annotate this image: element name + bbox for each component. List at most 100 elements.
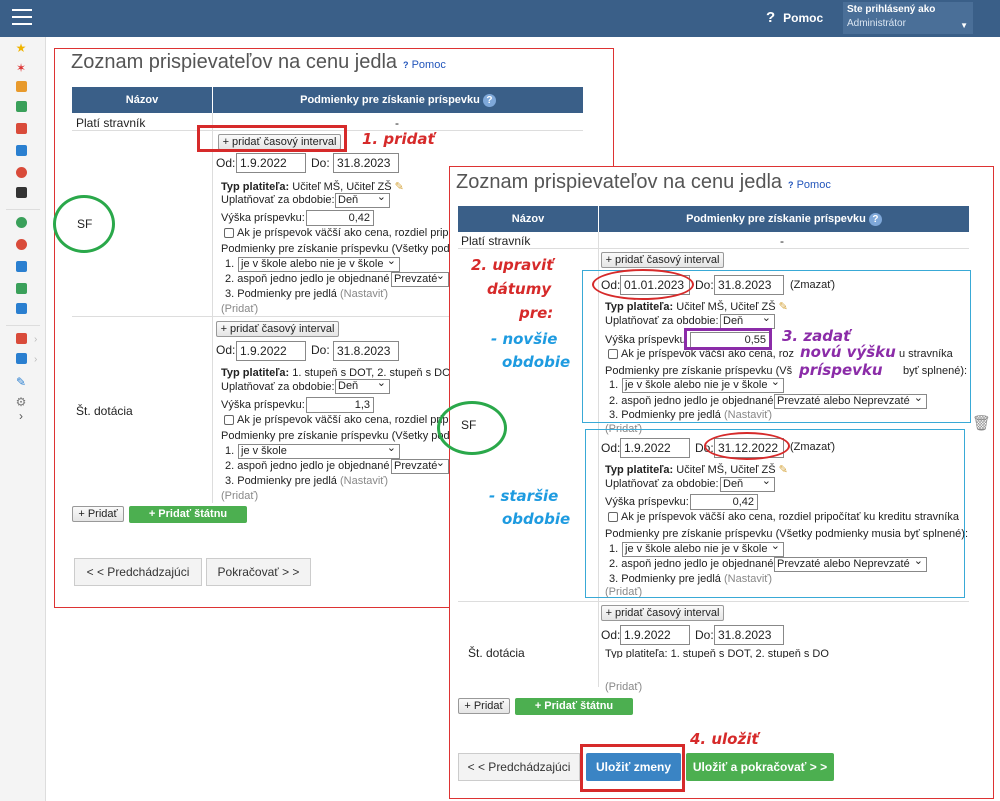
circle-sf-front [437, 401, 507, 455]
chevron-right-icon: › [34, 354, 38, 365]
contribution-amount-input[interactable]: 0,42 [690, 494, 758, 510]
circle-date-to [704, 432, 790, 460]
save-and-continue-button[interactable]: Uložiť a pokračovať > > [686, 753, 834, 781]
table-header: Názov Podmienky pre získanie príspevku? [458, 206, 969, 232]
mail-icon[interactable] [14, 81, 28, 95]
excess-credit-checkbox[interactable] [608, 349, 618, 359]
add-contributor-button[interactable]: + Pridať [72, 506, 124, 522]
help-link[interactable]: ? Pomoc [788, 179, 831, 191]
user-menu[interactable]: Ste prihlásený ako Administrátor ▼ [843, 2, 973, 34]
top-bar: ? Pomoc Ste prihlásený ako Administrátor … [0, 0, 1000, 37]
user-role: Administrátor [847, 18, 906, 29]
question-icon: ? [766, 9, 776, 26]
add-interval-button[interactable]: + pridať časový interval [601, 252, 724, 268]
payer-type: Učiteľ MŠ, Učiteľ ZŠ [292, 181, 392, 193]
box-icon[interactable] [14, 353, 28, 367]
row-plati-stravnik: Platí stravník [461, 234, 531, 248]
meal-state-select[interactable]: Prevzaté al [391, 272, 449, 287]
users-icon[interactable] [14, 333, 28, 347]
period-select[interactable]: Deň [335, 193, 390, 208]
edit-icon[interactable]: ✎ [395, 181, 404, 193]
magic-icon[interactable]: ✶ [14, 61, 28, 75]
set-link[interactable]: (Nastaviť) [340, 475, 388, 487]
gear-icon[interactable]: ⚙ [14, 395, 28, 409]
no-icon[interactable] [14, 239, 28, 253]
info-icon[interactable]: ? [482, 94, 496, 107]
meal-state-select[interactable]: Prevzaté [391, 459, 449, 474]
chevron-right-icon[interactable]: › [14, 409, 28, 423]
info-icon[interactable]: ? [868, 213, 882, 226]
edit-icon[interactable]: ✎ [779, 301, 788, 313]
star-icon[interactable]: ★ [14, 41, 28, 55]
payer-type: Typ platiteľa: 1. stupeň s DOT, 2. stupe… [605, 648, 829, 658]
shield-icon[interactable] [14, 283, 28, 297]
meal-state-select[interactable]: Prevzaté alebo Neprevzaté [774, 557, 927, 572]
home-icon[interactable] [14, 101, 28, 115]
trash-icon[interactable]: 🗑 [972, 414, 991, 432]
calendar-icon[interactable] [14, 123, 28, 137]
date-from-input[interactable]: 1.9.2022 [236, 153, 306, 173]
period-select[interactable]: Deň [720, 314, 775, 329]
contribution-amount-input[interactable]: 1,3 [306, 397, 374, 413]
date-from-input[interactable]: 1.9.2022 [620, 625, 690, 645]
briefcase-icon[interactable] [14, 261, 28, 275]
chart-icon[interactable] [14, 303, 28, 317]
add-state-subsidy-button[interactable]: + Pridať štátnu dotáciu [515, 698, 633, 729]
excess-credit-checkbox[interactable] [608, 512, 618, 522]
pencil-icon[interactable]: ✎ [14, 375, 28, 389]
date-from-input[interactable]: 1.9.2022 [236, 341, 306, 361]
annotation-step-2-dates: dátumy [487, 280, 552, 298]
add-link[interactable]: (Pridať) [221, 303, 258, 315]
add-link[interactable]: (Pridať) [605, 586, 642, 598]
condition-select[interactable]: je v škole [238, 444, 400, 459]
contribution-amount-input[interactable]: 0,42 [306, 210, 374, 226]
set-link[interactable]: (Nastaviť) [340, 288, 388, 300]
row-plati-stravnik: Platí stravník [76, 116, 146, 130]
date-to-input[interactable]: 31.8.2023 [714, 275, 784, 295]
help-link[interactable]: ? Pomoc [403, 59, 446, 71]
caret-down-icon: ▼ [960, 21, 968, 30]
add-state-subsidy-button[interactable]: + Pridať štátnu dotáciu [129, 506, 247, 537]
edit-icon[interactable]: ✎ [779, 464, 788, 476]
add-link[interactable]: (Pridať) [221, 490, 258, 502]
calendar-alt-icon[interactable] [14, 187, 28, 201]
previous-button[interactable]: < < Predchádzajúci [74, 558, 202, 586]
condition-select[interactable]: je v škole alebo nie je v škole [622, 378, 784, 393]
annotation-newer-period: obdobie [502, 353, 571, 371]
date-to-input[interactable]: 31.8.2023 [333, 153, 399, 173]
period-select[interactable]: Deň [720, 477, 775, 492]
condition-select[interactable]: je v škole alebo nie je v škole [622, 542, 784, 557]
check-circle-icon[interactable] [14, 217, 28, 231]
date-to-input[interactable]: 31.8.2023 [714, 625, 784, 645]
payer-type: 1. stupeň s DOT, 2. stupeň s DOT [292, 367, 458, 379]
user-icon[interactable] [14, 167, 28, 181]
menu-icon[interactable] [12, 9, 32, 25]
set-link[interactable]: (Nastaviť) [724, 409, 772, 421]
meal-state-select[interactable]: Prevzaté alebo Neprevzaté [774, 394, 927, 409]
col-conditions-header: Podmienky pre získanie príspevku? [599, 206, 969, 232]
help-link[interactable]: ? Pomoc [766, 9, 823, 26]
previous-button[interactable]: < < Predchádzajúci [458, 753, 580, 781]
add-interval-button[interactable]: + pridať časový interval [216, 321, 339, 337]
delete-link[interactable]: (Zmazať) [790, 279, 835, 291]
chevron-right-icon: › [34, 334, 38, 345]
add-link[interactable]: (Pridať) [605, 681, 642, 693]
logged-in-label: Ste prihlásený ako [847, 4, 936, 15]
delete-link[interactable]: (Zmazať) [790, 441, 835, 453]
annotation-step-3-contribution: príspevku [799, 361, 883, 379]
annotation-older: - staršie [489, 487, 559, 505]
book-icon[interactable] [14, 145, 28, 159]
period-select[interactable]: Deň [335, 379, 390, 394]
condition-select[interactable]: je v škole alebo nie je v škole [238, 257, 400, 272]
add-interval-button[interactable]: + pridať časový interval [601, 605, 724, 621]
date-to-input[interactable]: 31.8.2023 [333, 341, 399, 361]
set-link[interactable]: (Nastaviť) [724, 573, 772, 585]
excess-credit-checkbox[interactable] [224, 415, 234, 425]
date-from-input[interactable]: 1.9.2022 [620, 438, 690, 458]
excess-credit-checkbox[interactable] [224, 228, 234, 238]
annotation-step-4: 4. uložiť [690, 730, 759, 748]
highlight-add-interval [197, 125, 347, 152]
col-conditions-header: Podmienky pre získanie príspevku? [213, 87, 583, 113]
continue-button[interactable]: Pokračovať > > [206, 558, 311, 586]
add-contributor-button[interactable]: + Pridať [458, 698, 510, 714]
